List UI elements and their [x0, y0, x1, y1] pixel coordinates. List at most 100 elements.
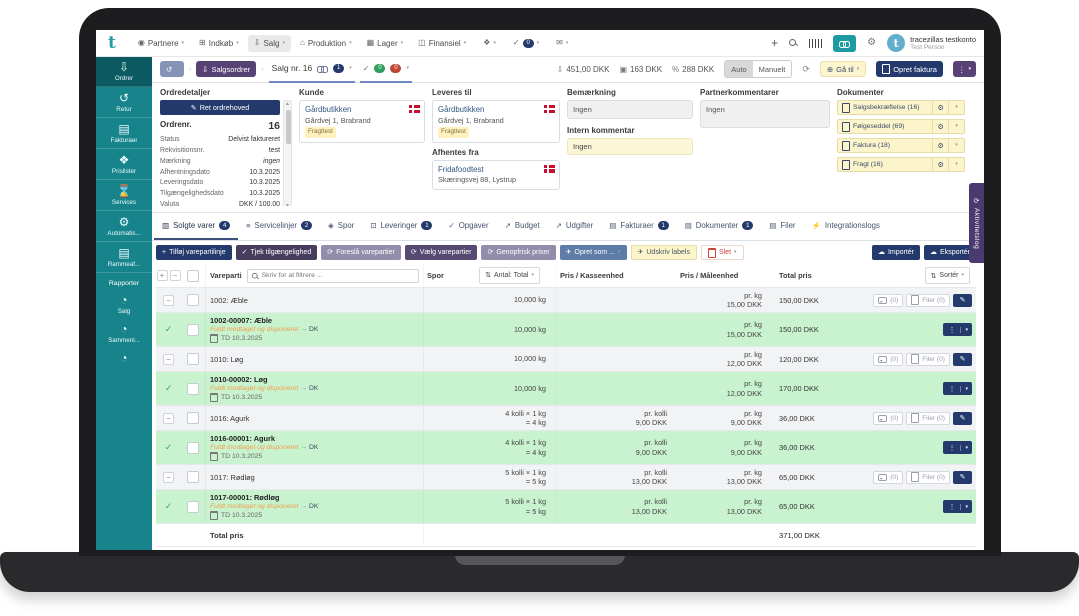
row-edit-button[interactable]: ✎	[953, 471, 972, 484]
dokument-settings-button[interactable]: ⚙	[933, 100, 949, 115]
search-icon[interactable]	[789, 39, 798, 48]
nav-item-finansiel[interactable]: ◫Finansiel▾	[412, 35, 472, 52]
lot-menu-button[interactable]: ⋮▾	[943, 323, 972, 336]
dokument-button[interactable]: Faktura (18)	[837, 138, 933, 153]
add-icon[interactable]: +	[771, 37, 778, 49]
sidebar-item-retur[interactable]: ↺Retur	[96, 87, 152, 118]
dokument-dropdown-button[interactable]: ▾	[949, 119, 965, 134]
toggle-auto[interactable]: Auto	[725, 61, 752, 77]
history-button[interactable]: ↺▾	[160, 61, 184, 77]
lot-menu-button[interactable]: ⋮▾	[943, 500, 972, 513]
row-checkbox[interactable]	[187, 412, 199, 424]
row-checkbox[interactable]	[187, 383, 199, 395]
vælg-varepartier-button[interactable]: ⟳Vælg varepartier	[405, 245, 478, 260]
sidebar-item-rammeaf[interactable]: ▤Rammeaf...	[96, 242, 152, 273]
collapse-all-button[interactable]: −	[170, 270, 181, 281]
tab-filer[interactable]: ▤Filer	[761, 213, 803, 240]
expand-all-button[interactable]: +	[157, 270, 168, 281]
tab-opgaver[interactable]: ✓Opgaver	[440, 213, 496, 240]
toggle-manuelt[interactable]: Manuelt	[753, 61, 792, 77]
afhentes-fra-link[interactable]: Fridafoodtest	[438, 165, 545, 176]
row-edit-button[interactable]: ✎	[953, 412, 972, 425]
ret-ordrehoved-button[interactable]: ✎Ret ordrehoved	[160, 100, 280, 115]
lot-menu-button[interactable]: ⋮▾	[943, 441, 972, 454]
collapse-row-button[interactable]: −	[163, 472, 174, 483]
tasks-menu[interactable]: ✓0▾	[507, 35, 545, 52]
row-comments-button[interactable]: (0)	[873, 412, 903, 425]
tab-udgifter[interactable]: ↗Udgifter	[548, 213, 602, 240]
nav-item-produktion[interactable]: ⌂Produktion▾	[294, 35, 358, 52]
nav-item-indkøb[interactable]: ⊞Indkøb▾	[193, 35, 245, 52]
dokument-dropdown-button[interactable]: ▾	[949, 100, 965, 115]
row-filer-button[interactable]: Filer (0)	[906, 294, 950, 307]
antal-filter-dropdown[interactable]: ⇅Antal: Total▾	[479, 267, 540, 284]
udskriv-labels-button[interactable]: ✈Udskriv labels	[631, 245, 697, 260]
tab-spor[interactable]: ◈Spor	[320, 213, 362, 240]
kunde-link[interactable]: Gårdbutikken	[305, 105, 410, 116]
row-checkbox[interactable]	[187, 442, 199, 454]
gaa-til-button[interactable]: ⊕Gå til▾	[820, 61, 866, 77]
tab-integrationslogs[interactable]: ⚡Integrationslogs	[804, 213, 888, 240]
collapse-row-button[interactable]: −	[163, 354, 174, 365]
slet-button[interactable]: Slet▾	[701, 245, 744, 260]
row-edit-button[interactable]: ✎	[953, 294, 972, 307]
dokument-settings-button[interactable]: ⚙	[933, 157, 949, 172]
link-icon[interactable]	[317, 65, 328, 72]
leveres-til-link[interactable]: Gårdbutikken	[438, 105, 545, 116]
chevron-down-icon[interactable]: ▾	[349, 66, 352, 71]
partnerkommentarer-field[interactable]: Ingen	[700, 100, 830, 128]
sidebar-item-ordrer[interactable]: ⇩Ordrer	[96, 56, 152, 87]
messages-menu[interactable]: ✉▾	[550, 35, 574, 51]
tracezilla-logo[interactable]: t	[108, 35, 116, 52]
tab-dokumenter[interactable]: ▤Dokumenter1	[677, 213, 762, 240]
row-comments-button[interactable]: (0)	[873, 294, 903, 307]
dokument-settings-button[interactable]: ⚙	[933, 119, 949, 134]
genopfrisk-priser-button[interactable]: ⟳Genopfrisk priser	[481, 245, 555, 260]
bemaerkning-field[interactable]: Ingen	[567, 100, 693, 119]
collapse-row-button[interactable]: −	[163, 413, 174, 424]
dokument-settings-button[interactable]: ⚙	[933, 138, 949, 153]
tab-solgte-varer[interactable]: ▥Solgte varer4	[154, 213, 238, 240]
tab-servicelinjer[interactable]: ≡Servicelinjer2	[238, 213, 320, 240]
dokument-dropdown-button[interactable]: ▾	[949, 138, 965, 153]
scrollbar-thumb[interactable]	[286, 110, 291, 144]
dokument-button[interactable]: Salgsbekræftelse (16)	[837, 100, 933, 115]
quick-link-button[interactable]	[833, 35, 856, 52]
vareparti-link[interactable]: 1016: Agurk	[210, 414, 419, 423]
nav-item-lager[interactable]: ▦Lager▾	[361, 35, 410, 52]
nav-item-salg[interactable]: ⇩Salg▾	[248, 35, 291, 52]
integrations-menu[interactable]: ❖▾	[477, 35, 502, 51]
vareparti-link[interactable]: 1017-00001: Rødløg	[210, 493, 419, 502]
foreslå-varepartier-button[interactable]: ⟳Foreslå varepartier	[321, 245, 401, 260]
row-comments-button[interactable]: (0)	[873, 353, 903, 366]
select-all-checkbox[interactable]	[187, 270, 199, 282]
barcode-icon[interactable]	[809, 39, 822, 48]
vareparti-link[interactable]: 1002-00007: Æble	[210, 316, 419, 325]
details-scrollbar[interactable]: ▲ ▼	[283, 100, 292, 206]
tilføj-varepartilinje-button[interactable]: +Tilføj varepartilinje	[156, 245, 232, 260]
vareparti-link[interactable]: 1002: Æble	[210, 296, 419, 305]
collapse-row-button[interactable]: −	[163, 295, 174, 306]
row-checkbox[interactable]	[187, 324, 199, 336]
tab-budget[interactable]: ↗Budget	[497, 213, 548, 240]
dokument-button[interactable]: Følgeseddel (69)	[837, 119, 933, 134]
lot-menu-button[interactable]: ⋮▾	[943, 382, 972, 395]
row-checkbox[interactable]	[187, 353, 199, 365]
intern-kommentar-field[interactable]: Ingen	[567, 138, 693, 155]
sidebar-item-automatis[interactable]: ⚙Automatis...	[96, 211, 152, 242]
filter-search-input[interactable]	[247, 269, 419, 283]
account-menu[interactable]: t tracezillas testkonto Test Person	[887, 34, 976, 52]
breadcrumb-salgsordrer[interactable]: ⇩Salgsordrer	[196, 61, 256, 77]
row-filer-button[interactable]: Filer (0)	[906, 353, 950, 366]
opret-som-button[interactable]: ✈Opret som ...▾	[560, 245, 627, 260]
sidebar-item-fakturaer[interactable]: ▤Fakturaer	[96, 118, 152, 149]
chevron-down-icon[interactable]: ▾	[406, 66, 409, 71]
dokument-dropdown-button[interactable]: ▾	[949, 157, 965, 172]
tab-fakturaer[interactable]: ▤Fakturaer1	[601, 213, 676, 240]
tab-leveringer[interactable]: ⊡Leveringer1	[362, 213, 440, 240]
vareparti-link[interactable]: 1010: Løg	[210, 355, 419, 364]
row-checkbox[interactable]	[187, 471, 199, 483]
sort-dropdown[interactable]: ⇅Sortér▾	[925, 267, 970, 284]
vareparti-link[interactable]: 1017: Rødløg	[210, 473, 419, 482]
row-edit-button[interactable]: ✎	[953, 353, 972, 366]
